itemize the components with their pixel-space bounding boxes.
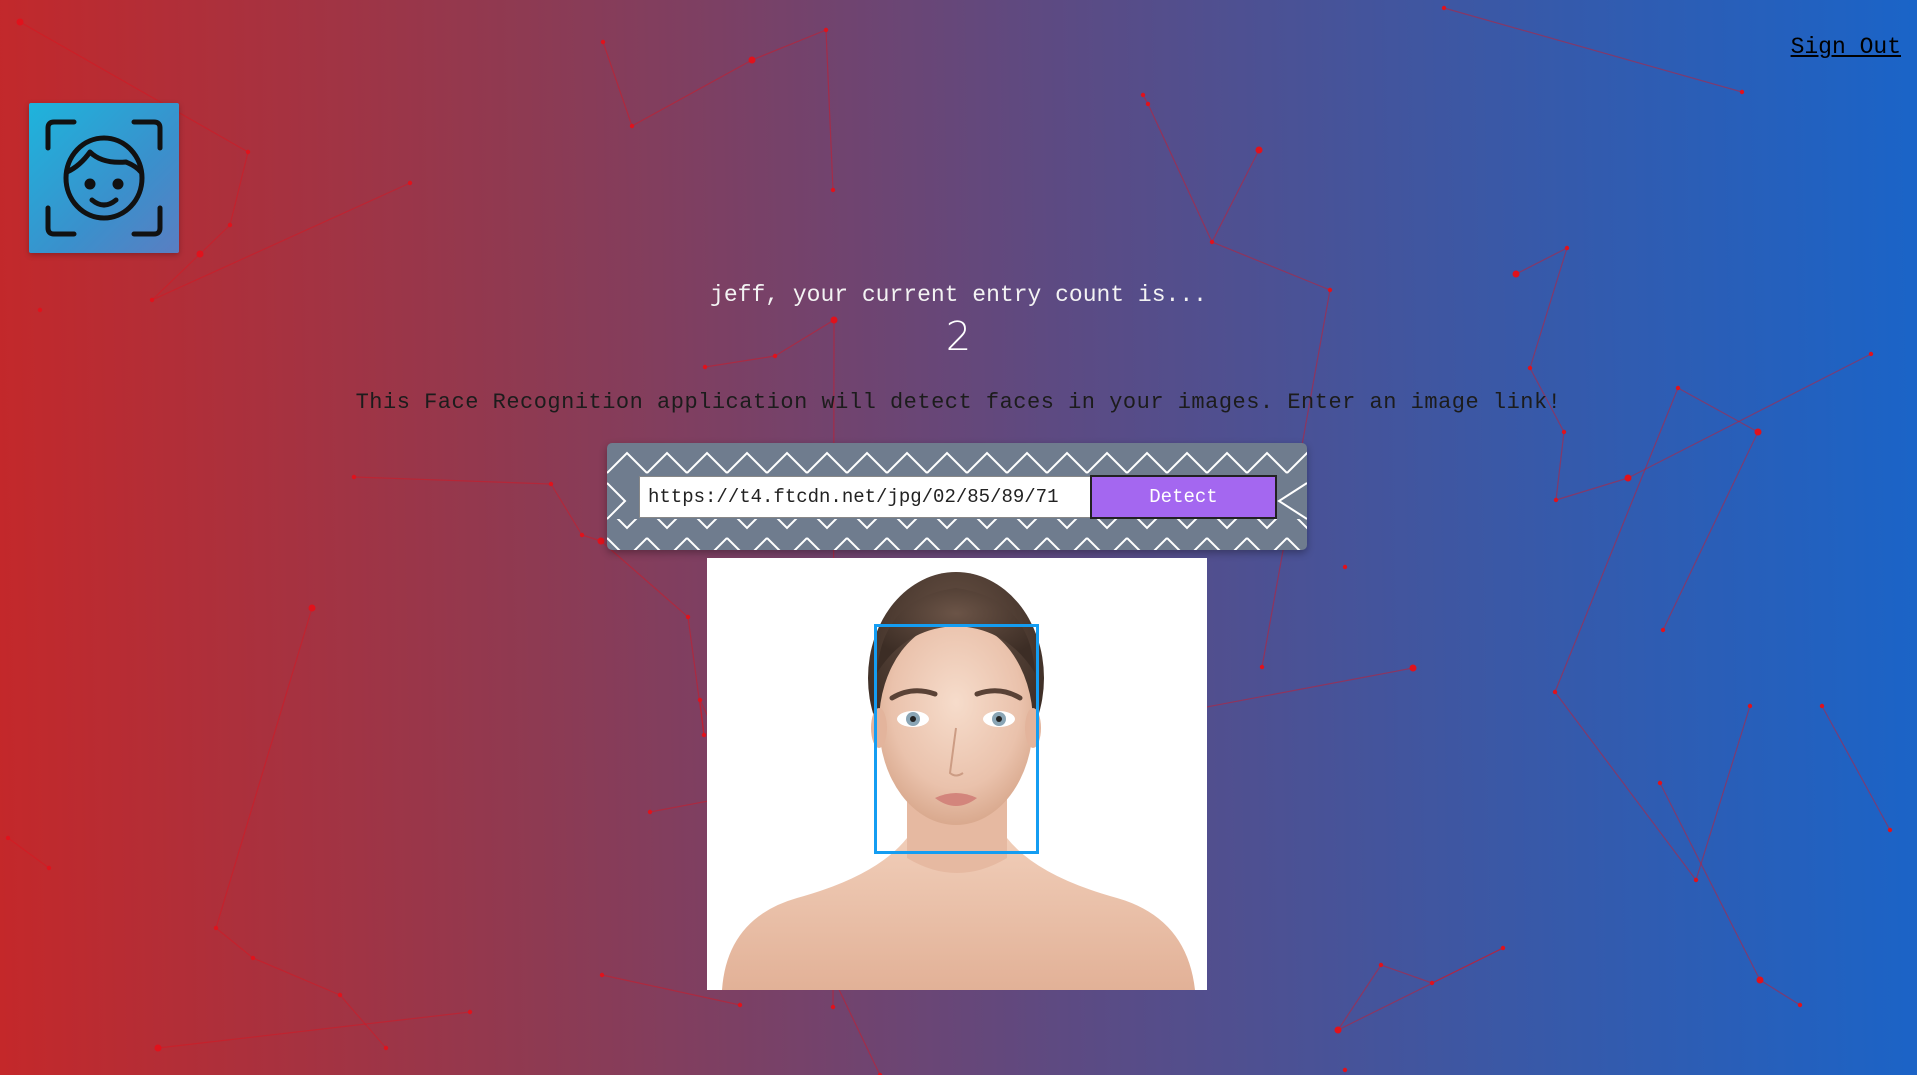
particle-dot [1739,89,1745,95]
particle-dot [600,39,606,45]
particle-dot [351,474,357,480]
image-link-form: Detect [607,443,1307,550]
particle-dot [597,537,605,545]
particle-dot [1660,627,1666,633]
face-image [707,558,1207,990]
particle-dot [748,56,756,64]
particle-dot [1334,1026,1342,1034]
particle-dot [383,1045,389,1051]
particle-dot [154,1044,162,1052]
particle-dot [1657,780,1663,786]
particle-dot [1500,945,1506,951]
particle-dot [737,1002,743,1008]
particle-dot [1819,703,1825,709]
particle-dot [647,809,653,815]
particle-dot [213,925,219,931]
particle-dot [1552,689,1558,695]
particle-dot [1754,428,1762,436]
particle-dot [1797,1002,1803,1008]
particle-dot [1429,980,1435,986]
entry-count-value: 2 [945,314,972,360]
particle-dot [1140,92,1146,98]
particle-dot [1209,239,1215,245]
particle-dot [37,307,43,313]
particle-dot [227,222,233,228]
app-logo[interactable] [29,103,179,253]
particle-dot [1259,664,1265,670]
entry-count-message: jeff, your current entry count is... [710,282,1207,308]
particle-dot [579,532,585,538]
particle-dot [823,27,829,33]
particle-dot [1409,664,1417,672]
particle-dot [337,992,343,998]
particle-dot [830,1004,836,1010]
intro-text: This Face Recognition application will d… [355,390,1562,415]
particle-dot [1693,877,1699,883]
particle-dot [407,180,413,186]
particle-dot [5,835,11,841]
particle-dot [1255,146,1263,154]
face-scan-icon [45,119,163,237]
face-bounding-box [874,624,1039,854]
image-url-input[interactable] [639,476,1097,518]
particle-dot [685,614,691,620]
particle-dot [1564,245,1570,251]
particle-dot [1145,101,1151,107]
particle-dot [629,123,635,129]
particle-dot [16,18,24,26]
particle-dot [1441,5,1447,11]
particle-dot [196,250,204,258]
particle-dot [1553,497,1559,503]
sign-out-link[interactable]: Sign Out [1791,34,1901,60]
particle-dot [697,697,703,703]
particle-dot [702,364,708,370]
particle-dot [701,732,707,738]
particle-dot [1887,827,1893,833]
particle-dot [1512,270,1520,278]
particle-dot [467,1009,473,1015]
particle-dot [308,604,316,612]
particle-dot [599,972,605,978]
particle-dot [548,481,554,487]
particle-dot [1561,429,1567,435]
particle-dot [1342,1067,1348,1073]
particle-dot [250,955,256,961]
particle-dot [1624,474,1632,482]
detect-button[interactable]: Detect [1090,475,1277,519]
particle-dot [245,149,251,155]
particle-dot [46,865,52,871]
particle-dot [1342,564,1348,570]
particle-dot [1756,976,1764,984]
particle-dot [1747,703,1753,709]
particle-dot [1378,962,1384,968]
particle-dot [1527,365,1533,371]
particle-dot [830,187,836,193]
